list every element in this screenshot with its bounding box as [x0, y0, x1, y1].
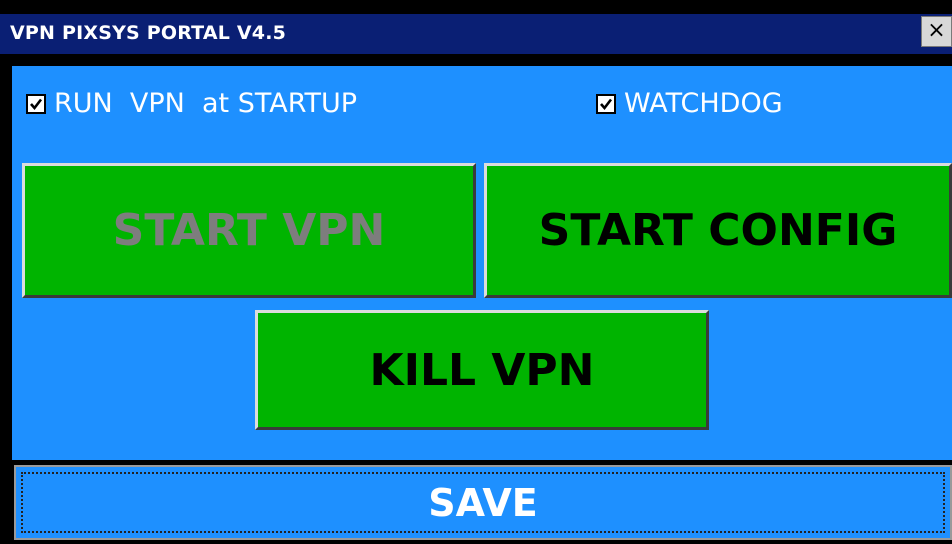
watchdog-label: WATCHDOG	[624, 88, 783, 119]
window-title: VPN PIXSYS PORTAL V4.5	[10, 22, 287, 44]
run-at-startup-checkbox[interactable]	[26, 93, 46, 114]
start-config-label: START CONFIG	[538, 205, 898, 256]
run-at-startup-option[interactable]: RUN VPN at STARTUP	[26, 88, 357, 119]
save-focus-ring: SAVE	[21, 472, 945, 533]
check-mark-icon	[600, 98, 613, 110]
close-icon: ×	[927, 18, 946, 43]
close-button[interactable]: ×	[921, 16, 952, 47]
watchdog-option[interactable]: WATCHDOG	[596, 88, 783, 119]
title-bar: VPN PIXSYS PORTAL V4.5	[0, 14, 952, 54]
start-config-button[interactable]: START CONFIG	[484, 163, 952, 298]
app-window: VPN PIXSYS PORTAL V4.5 × RUN VPN at STAR…	[0, 0, 952, 544]
check-mark-icon	[30, 98, 43, 110]
start-vpn-label: START VPN	[112, 205, 386, 256]
save-button[interactable]: SAVE	[14, 465, 952, 540]
save-label: SAVE	[428, 480, 538, 525]
start-vpn-button[interactable]: START VPN	[22, 163, 476, 298]
kill-vpn-label: KILL VPN	[369, 344, 595, 396]
control-panel: RUN VPN at STARTUP WATCHDOG START VPN ST…	[12, 66, 952, 460]
kill-vpn-button[interactable]: KILL VPN	[255, 310, 709, 430]
run-at-startup-label: RUN VPN at STARTUP	[54, 88, 358, 119]
watchdog-checkbox[interactable]	[596, 93, 616, 114]
